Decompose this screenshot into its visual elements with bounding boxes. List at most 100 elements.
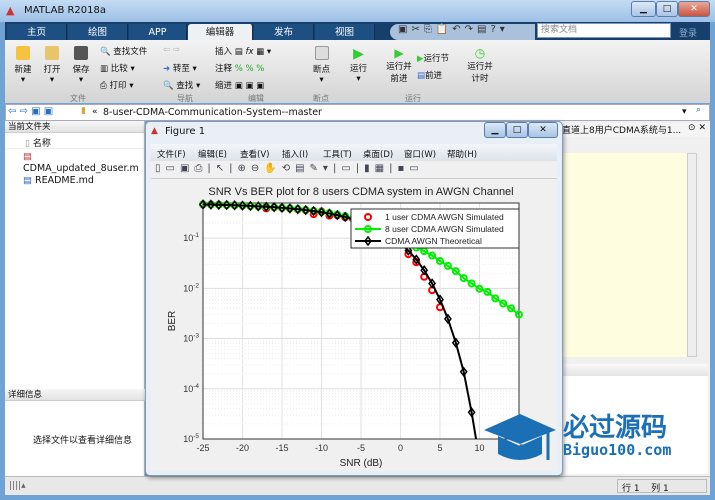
- indent-label: 缩进: [215, 81, 233, 91]
- goto-button[interactable]: ➜ 转至 ▾: [163, 62, 197, 74]
- y-tick-label: 10-4: [183, 383, 199, 394]
- chart-title: SNR Vs BER plot for 8 users CDMA system …: [208, 186, 513, 198]
- y-tick-label: 10-2: [183, 282, 199, 293]
- col-label: 列: [651, 484, 661, 494]
- status-grip-icon: ||||▴: [9, 481, 26, 491]
- y-axis-label: BER: [167, 311, 178, 332]
- run-label: 运行: [350, 64, 368, 74]
- new-icon: [16, 46, 30, 60]
- y-tick-label: 10-1: [183, 232, 199, 243]
- find-label: 查找: [176, 81, 194, 91]
- cursor-position: 行 1 列 1: [617, 479, 707, 494]
- editor-tab[interactable]: 直道上8用户CDMA系统与1... ⊙ ✕: [562, 123, 710, 137]
- figure-title: Figure 1: [165, 126, 206, 137]
- status-bar: ||||▴ 行 1 列 1: [5, 476, 710, 495]
- x-tick-label: 5: [437, 443, 442, 453]
- close-button[interactable]: ✕: [678, 1, 710, 17]
- code-editor[interactable]: [562, 153, 687, 357]
- open-button[interactable]: 打开 ▾: [42, 46, 62, 85]
- run-button[interactable]: ▶ 运行 ▾: [350, 46, 367, 84]
- run-icon: ▶: [353, 46, 364, 62]
- figure-icon: ▲: [151, 126, 158, 136]
- x-tick-label: -20: [236, 443, 249, 453]
- x-tick-label: -25: [196, 443, 209, 453]
- y-tick-label: 10-3: [183, 333, 199, 344]
- figure-maximize-button[interactable]: □: [506, 122, 528, 138]
- col-value: 1: [662, 484, 669, 494]
- run-advance-button[interactable]: ▶ 运行并前进: [383, 46, 415, 84]
- menu-edit[interactable]: 编辑(E): [198, 148, 227, 160]
- menu-desktop[interactable]: 桌面(D): [363, 148, 393, 160]
- figure-tool-icons[interactable]: ▯▭▣⎙|↖|⊕⊖✋⟲▤✎▾|▭|▮▦|▪▭: [155, 163, 424, 174]
- breakpoints-icon: [314, 46, 329, 60]
- address-bar[interactable]: ⇦ ⇨ ▣ ▣ ▮ « 8-user-CDMA-Communication-Sy…: [5, 104, 710, 121]
- run-time-button[interactable]: ◷ 运行并计时: [464, 46, 496, 84]
- group-label-run: 运行: [405, 94, 421, 103]
- menu-file[interactable]: 文件(F): [157, 148, 186, 160]
- new-button[interactable]: 新建 ▾: [13, 46, 33, 85]
- matlab-logo-icon: ▲: [6, 4, 15, 17]
- print-button[interactable]: ⎙ 打印 ▾: [100, 79, 134, 91]
- doc-search-input[interactable]: 搜索文档: [537, 23, 671, 38]
- menu-insert[interactable]: 插入(I): [282, 148, 308, 160]
- details-empty-text: 选择文件以查看详细信息: [33, 436, 133, 446]
- insert-button[interactable]: 插入 ▤ fx ▦ ▾: [215, 45, 271, 57]
- menu-window[interactable]: 窗口(W): [404, 148, 436, 160]
- back-forward-buttons[interactable]: ⇦ ⇨: [163, 45, 180, 55]
- maximize-button[interactable]: □: [656, 1, 678, 17]
- compare-button[interactable]: ▥ 比较 ▾: [100, 62, 135, 74]
- print-label: 打印: [109, 81, 127, 91]
- column-header-name[interactable]: ▯ 名称: [5, 133, 144, 149]
- open-label: 打开: [43, 65, 61, 75]
- editor-scrollbar[interactable]: [687, 153, 697, 357]
- comment-button[interactable]: 注释 % % %: [215, 62, 264, 74]
- details-title: 详细信息: [5, 389, 145, 401]
- run-time-label: 运行并计时: [467, 62, 493, 84]
- login-link[interactable]: 登录: [679, 26, 697, 39]
- folder-icon: [45, 46, 59, 60]
- save-button[interactable]: 保存 ▾: [71, 46, 91, 85]
- watermark-logo: [482, 410, 557, 473]
- run-section-button[interactable]: ▶运行节: [417, 52, 449, 64]
- figure-close-button[interactable]: ✕: [528, 122, 558, 138]
- current-folder-title: 当前文件夹: [5, 121, 144, 133]
- quick-access-toolbar[interactable]: ▣✂⎘📋↶↷▤?▾: [390, 24, 535, 40]
- indent-button[interactable]: 缩进 ▣ ▣ ▣: [215, 79, 264, 91]
- x-axis-label: SNR (dB): [340, 458, 383, 469]
- figure-menu-bar: 文件(F) 编辑(E) 查看(V) 插入(I) 工具(T) 桌面(D) 窗口(W…: [151, 144, 557, 161]
- advance-button[interactable]: ▤前进: [417, 69, 442, 81]
- x-tick-label: -15: [275, 443, 288, 453]
- find-files-button[interactable]: 🔍 查找文件: [100, 45, 147, 57]
- menu-view[interactable]: 查看(V): [240, 148, 269, 160]
- legend-label: CDMA AWGN Theoretical: [385, 236, 482, 246]
- figure-toolbar: ▯▭▣⎙|↖|⊕⊖✋⟲▤✎▾|▭|▮▦|▪▭: [151, 161, 557, 179]
- command-window-header: [562, 364, 708, 376]
- file-item[interactable]: ▤ README.md: [23, 175, 144, 187]
- window-title: MATLAB R2018a: [24, 5, 107, 16]
- run-advance-icon: ▶: [394, 46, 404, 60]
- group-label-file: 文件: [70, 94, 86, 103]
- row-label: 行: [622, 484, 632, 494]
- save-icon: [74, 46, 88, 60]
- find-button[interactable]: 🔍 查找 ▾: [163, 79, 200, 91]
- menu-tools[interactable]: 工具(T): [323, 148, 352, 160]
- nav-arrows-icon[interactable]: ⇦ ⇨ ▣ ▣: [8, 106, 53, 117]
- minimize-button[interactable]: ▁: [631, 1, 656, 17]
- ribbon: 新建 ▾ 打开 ▾ 保存 ▾ 🔍 查找文件 ▥ 比较 ▾ ⎙ 打印 ▾ 文件 ⇦ ⇨ …: [5, 40, 710, 103]
- folder-icon: ▮: [81, 106, 86, 116]
- title-bar: ▲ MATLAB R2018a ▁ □ ✕: [0, 0, 715, 22]
- file-item[interactable]: ▤ CDMA_updated_8user.m: [23, 151, 144, 175]
- file-name: CDMA_updated_8user.m: [23, 163, 139, 174]
- run-section-label: 运行节: [423, 54, 450, 64]
- breakpoints-button[interactable]: 断点 ▾: [313, 46, 330, 85]
- current-path[interactable]: 8-user-CDMA-Communication-System--master: [103, 107, 322, 118]
- search-folder-icon[interactable]: ⌕: [696, 105, 701, 115]
- watermark-cn: 必过源码: [563, 413, 668, 443]
- figure-minimize-button[interactable]: ▁: [484, 122, 506, 138]
- run-time-icon: ◷: [474, 46, 486, 60]
- path-dropdown-icon[interactable]: ▾: [682, 107, 687, 117]
- row-value: 1: [633, 484, 640, 494]
- x-tick-label: 0: [398, 443, 403, 453]
- group-label-nav: 导航: [177, 94, 193, 103]
- menu-help[interactable]: 帮助(H): [447, 148, 477, 160]
